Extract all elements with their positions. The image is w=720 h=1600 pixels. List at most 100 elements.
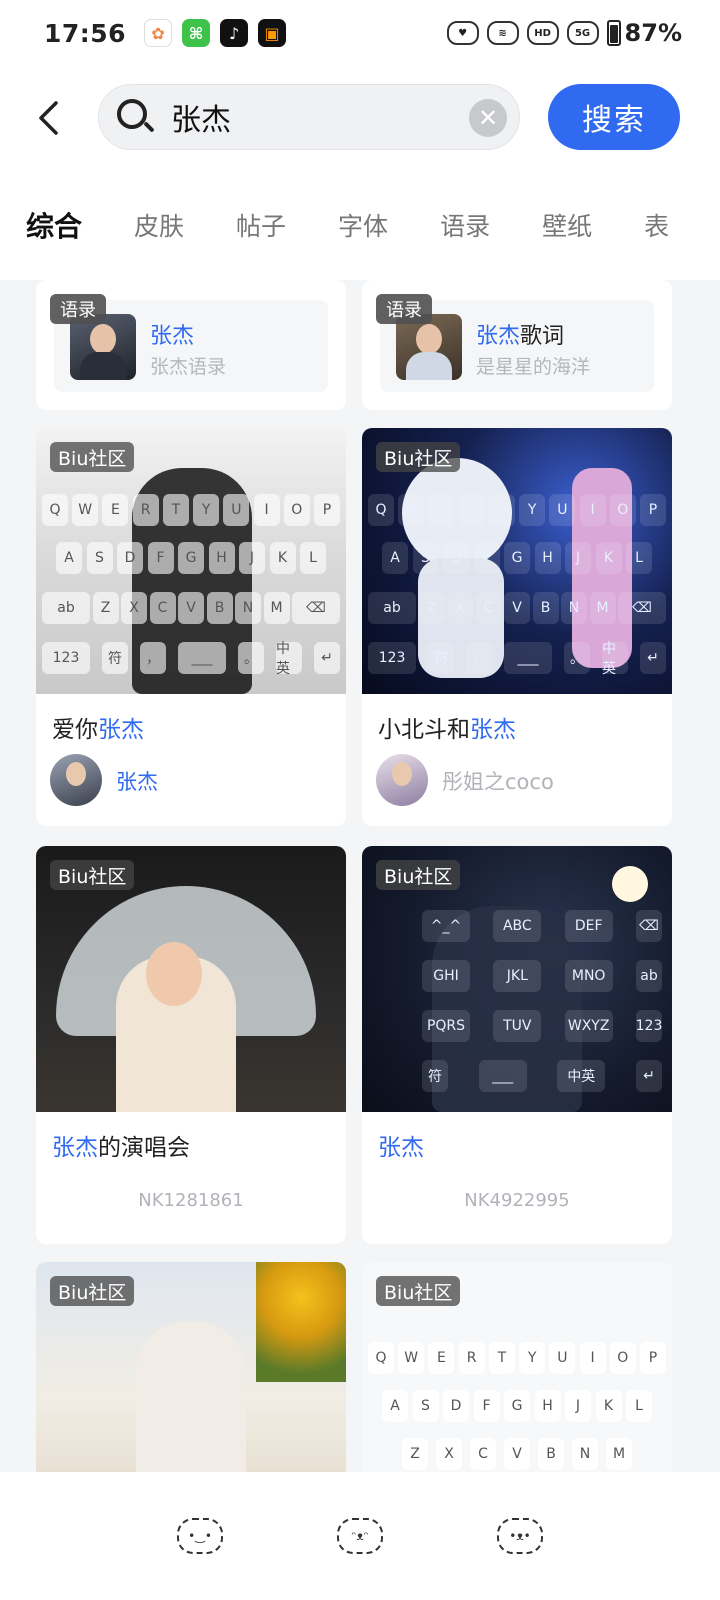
keyboard-key: T — [162, 494, 189, 526]
avatar[interactable] — [50, 754, 102, 806]
battery-icon — [606, 20, 621, 46]
clear-icon[interactable]: ✕ — [469, 99, 507, 137]
tab-quotes[interactable]: 语录 — [440, 207, 490, 243]
person-face — [146, 942, 202, 1006]
search-icon — [115, 97, 155, 137]
keyboard-key: W — [398, 494, 425, 526]
keyboard-key: T — [488, 494, 515, 526]
search-header: 张杰 ✕ 搜索 — [0, 66, 720, 170]
quote-card[interactable]: 张杰歌词 是星星的海洋 语录 — [362, 280, 672, 410]
keyboard-key: 123 — [368, 642, 416, 674]
post-author[interactable]: 彤姐之coco — [442, 766, 554, 796]
keyboard-key: R — [458, 1342, 485, 1374]
tab-skins[interactable]: 皮肤 — [134, 207, 184, 243]
skin-post-card[interactable]: QWERTYUIOP ASDFGHJKL ab Z X C V B N M ⌫ 123 符 ， ___… — [36, 428, 346, 826]
quote-card[interactable]: 张杰 张杰语录 语录 — [36, 280, 346, 410]
skin-preview-image: QWERTYUIOP ASDFGHJKL ZXCVBNM Biu社区 — [362, 1262, 672, 1472]
skin-preview-image: Biu社区 — [36, 1262, 346, 1472]
post-author[interactable]: 张杰 — [116, 766, 158, 796]
keyboard-key: N — [572, 1438, 598, 1470]
keyboard-key: PQRS — [422, 1010, 470, 1042]
battery-percent: 87% — [624, 19, 682, 47]
tab-wallpapers[interactable]: 壁纸 — [542, 207, 592, 243]
keyboard-key: Z — [402, 1438, 428, 1470]
post-id: NK4922995 — [464, 1190, 570, 1211]
keyboard-key: Y — [519, 1342, 546, 1374]
skin-post-card[interactable]: QWERTYUIOP ASDFGHJKL ab Z X C V B N M ⌫ 123 符 ， ___… — [362, 428, 672, 826]
keyboard-key: ___ — [478, 1060, 527, 1092]
search-query[interactable]: 张杰 — [171, 95, 231, 139]
skin-preview-image: ^_^ ABC DEF ⌫ GHI JKL MNO ab PQRS TUV WXYZ 123 符 _… — [362, 846, 672, 1112]
results-feed: 张杰 张杰语录 语录 张杰歌词 是星星的海洋 语录 QWERTYUIOP ASD… — [0, 280, 720, 1472]
keyboard-key: F — [147, 542, 174, 574]
keyboard-key: C — [149, 592, 176, 624]
reader-icon: ▣ — [258, 19, 287, 47]
post-title: 小北斗和张杰 — [378, 717, 516, 743]
keyboard-key: X — [436, 1438, 462, 1470]
keyboard-key: H — [534, 542, 561, 574]
tab-posts[interactable]: 帖子 — [236, 207, 286, 243]
keyboard-key: G — [504, 1390, 530, 1422]
keyboard-key: ^_^ — [422, 910, 470, 942]
photos-icon: ✿ — [144, 19, 173, 47]
post-title: 爱你张杰 — [52, 717, 144, 743]
keyboard-key: N — [561, 592, 587, 624]
post-title: 张杰的演唱会 — [52, 1135, 190, 1161]
keyboard-key: A — [56, 542, 82, 574]
person-figure — [136, 1322, 246, 1472]
keyboard-key: N — [235, 592, 261, 624]
quote-subtitle: 是星星的海洋 — [476, 356, 591, 378]
nav-home-icon[interactable]: •‿• — [177, 1518, 223, 1554]
keyboard-key: Z — [92, 592, 119, 624]
search-button[interactable]: 搜索 — [548, 84, 680, 150]
keyboard-key: U — [549, 1342, 576, 1374]
skin-preview-image: Biu社区 — [36, 846, 346, 1112]
keyboard-key: K — [269, 542, 296, 574]
keyboard-key: D — [443, 1390, 469, 1422]
keyboard-key: X — [121, 592, 147, 624]
skin-post-card[interactable]: ^_^ ABC DEF ⌫ GHI JKL MNO ab PQRS TUV WXYZ 123 符 _… — [362, 846, 672, 1244]
tab-comprehensive[interactable]: 综合 — [26, 205, 82, 245]
tab-emoji[interactable]: 表 — [644, 207, 669, 243]
keyboard-key: L — [626, 542, 652, 574]
keyboard-key: B — [532, 592, 559, 624]
keyboard-key: C — [470, 1438, 496, 1470]
keyboard-key: Z — [418, 592, 445, 624]
keyboard-key: Y — [193, 494, 220, 526]
keyboard-key: 。 — [238, 642, 264, 674]
nav-profile-icon[interactable]: •ᴥ• — [497, 1518, 543, 1554]
keyboard-key: I — [579, 494, 606, 526]
avatar[interactable] — [376, 754, 428, 806]
back-arrow-icon[interactable] — [36, 100, 60, 136]
keyboard-key: ， — [140, 642, 166, 674]
keyboard-key: P — [313, 494, 340, 526]
keyboard-key: ， — [466, 642, 492, 674]
clock: 17:56 — [44, 18, 127, 48]
keyboard-key: W — [398, 1342, 425, 1374]
community-badge: Biu社区 — [50, 860, 135, 890]
post-id: NK1281861 — [138, 1190, 244, 1211]
keyboard-key: D — [117, 542, 143, 574]
keyboard-key: R — [458, 494, 485, 526]
tiktok-icon: ♪ — [220, 19, 249, 47]
keyboard-key: J — [565, 1390, 591, 1422]
skin-post-card[interactable]: QWERTYUIOP ASDFGHJKL ZXCVBNM Biu社区 — [362, 1262, 672, 1472]
keyboard-key: Q — [368, 1342, 394, 1374]
keyboard-key: L — [300, 542, 326, 574]
keyboard-key: M — [589, 592, 616, 624]
keyboard-key: A — [382, 542, 408, 574]
keyboard-key: H — [208, 542, 235, 574]
category-tabs: 综合 皮肤 帖子 字体 语录 壁纸 表 — [0, 170, 720, 280]
hd-icon: HD — [526, 21, 559, 45]
nav-discover-icon[interactable]: ᵔᴥᵔ — [337, 1518, 383, 1554]
keyboard-key: ab — [42, 592, 90, 624]
skin-post-card[interactable]: Biu社区 — [36, 1262, 346, 1472]
skin-post-card[interactable]: Biu社区 张杰的演唱会 NK1281861 — [36, 846, 346, 1244]
community-badge: Biu社区 — [376, 442, 461, 472]
search-input[interactable]: 张杰 ✕ — [98, 84, 520, 150]
tab-fonts[interactable]: 字体 — [338, 207, 388, 243]
keyboard-key: H — [534, 1390, 561, 1422]
skin-preview-image: QWERTYUIOP ASDFGHJKL ab Z X C V B N M ⌫ 123 符 ， ___… — [362, 428, 672, 694]
notification-app-icons: ✿ ⌘ ♪ ▣ — [144, 19, 287, 47]
keyboard-key: Y — [519, 494, 546, 526]
